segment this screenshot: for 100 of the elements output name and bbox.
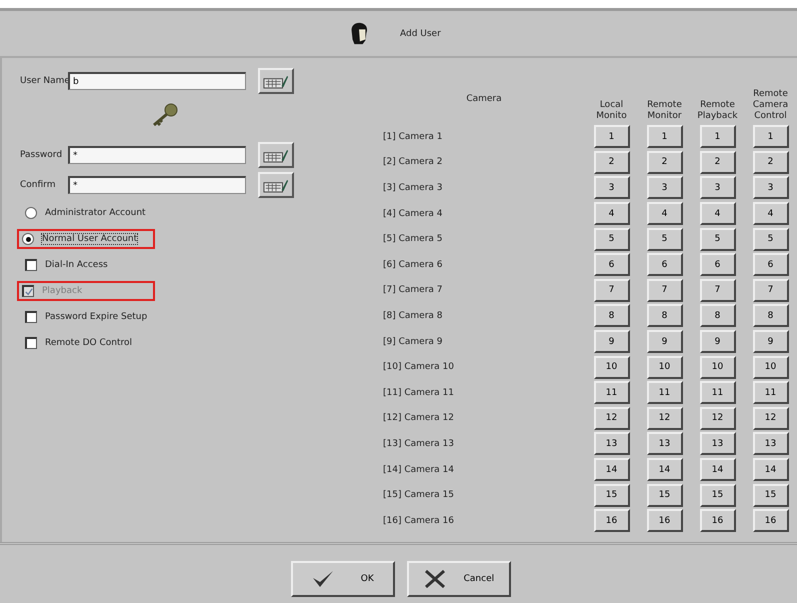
checkbox-option[interactable]: Dial-In Access (20, 255, 158, 275)
radio-button[interactable] (22, 233, 34, 245)
camera-button[interactable]: 6 (594, 253, 630, 276)
camera-label: [12] Camera 12 (383, 413, 455, 424)
camera-button[interactable]: 13 (752, 432, 788, 456)
radio-option[interactable]: Administrator Account (20, 203, 158, 223)
ok-button[interactable]: OK (290, 561, 394, 597)
camera-button[interactable]: 8 (752, 304, 788, 328)
camera-button[interactable]: 14 (646, 458, 682, 482)
camera-label: [2] Camera 2 (383, 157, 444, 168)
camera-button[interactable]: 3 (646, 176, 682, 200)
checkbox-option[interactable]: Remote DO Control (20, 333, 158, 353)
camera-label: [7] Camera 7 (383, 285, 444, 296)
camera-button[interactable]: 1 (752, 125, 788, 148)
camera-button[interactable]: 4 (700, 202, 736, 226)
camera-button[interactable]: 3 (752, 176, 788, 200)
camera-button[interactable]: 9 (700, 330, 736, 354)
camera-button[interactable]: 12 (594, 406, 630, 430)
keyboard-icon (263, 74, 289, 88)
camera-button[interactable]: 9 (646, 330, 682, 354)
camera-button[interactable]: 10 (646, 356, 682, 379)
camera-button[interactable]: 16 (700, 509, 736, 532)
camera-button[interactable]: 11 (594, 381, 630, 404)
camera-button[interactable]: 7 (594, 278, 630, 302)
keyboard-icon (263, 178, 289, 192)
camera-button[interactable]: 15 (594, 484, 630, 507)
camera-button[interactable]: 8 (700, 304, 736, 328)
camera-button[interactable]: 2 (752, 150, 788, 174)
checkbox[interactable] (25, 259, 37, 271)
camera-button[interactable]: 11 (700, 381, 736, 404)
camera-button[interactable]: 5 (752, 228, 788, 251)
camera-button[interactable]: 16 (646, 509, 682, 532)
camera-label: [11] Camera 11 (383, 388, 455, 398)
radio-button[interactable] (25, 207, 37, 219)
camera-label: [9] Camera 9 (383, 336, 444, 347)
camera-button[interactable]: 10 (594, 356, 630, 379)
camera-button[interactable]: 2 (594, 150, 630, 174)
camera-button[interactable]: 12 (646, 406, 682, 430)
camera-button[interactable]: 6 (646, 253, 682, 276)
camera-button[interactable]: 11 (752, 381, 788, 404)
camera-button[interactable]: 16 (594, 509, 630, 532)
column-header: Remote Monitor (646, 100, 683, 122)
camera-button[interactable]: 13 (700, 432, 736, 456)
camera-button[interactable]: 10 (752, 356, 788, 379)
column-header: Remote Camera Control (752, 89, 790, 122)
checkbox[interactable] (25, 311, 37, 323)
camera-button[interactable]: 8 (646, 304, 682, 328)
camera-button[interactable]: 6 (752, 253, 788, 276)
camera-button[interactable]: 12 (752, 406, 788, 430)
cancel-button[interactable]: Cancel (406, 561, 510, 597)
column-header: Local Monito (595, 100, 628, 122)
camera-button[interactable]: 2 (700, 150, 736, 174)
camera-button[interactable]: 15 (646, 484, 682, 507)
camera-button[interactable]: 7 (646, 278, 682, 302)
camera-button[interactable]: 11 (646, 381, 682, 404)
camera-label: [5] Camera 5 (383, 234, 444, 244)
camera-button[interactable]: 5 (646, 228, 682, 251)
camera-button[interactable]: 9 (594, 330, 630, 354)
checkbox[interactable] (25, 337, 37, 349)
camera-button[interactable]: 3 (700, 176, 736, 200)
camera-button[interactable]: 14 (594, 458, 630, 482)
camera-button[interactable]: 3 (594, 176, 630, 200)
checkmark-icon (311, 569, 336, 589)
camera-button[interactable]: 14 (700, 458, 736, 482)
camera-button[interactable]: 12 (700, 406, 736, 430)
field-label: Confirm (20, 180, 56, 190)
camera-button[interactable]: 6 (700, 253, 736, 276)
camera-button[interactable]: 10 (700, 356, 736, 379)
camera-label: [1] Camera 1 (383, 132, 444, 142)
camera-label: [16] Camera 16 (383, 516, 455, 526)
camera-button[interactable]: 13 (646, 432, 682, 456)
camera-button[interactable]: 16 (752, 509, 788, 532)
camera-label: [8] Camera 8 (383, 310, 444, 321)
camera-button[interactable]: 1 (594, 125, 630, 148)
keyboard-icon (263, 148, 289, 162)
keyboard-button[interactable] (258, 68, 294, 94)
camera-button[interactable]: 4 (646, 202, 682, 226)
camera-button[interactable]: 1 (700, 125, 736, 148)
camera-button[interactable]: 7 (700, 278, 736, 302)
radio-option[interactable]: Normal User Account (17, 229, 155, 249)
camera-button[interactable]: 8 (594, 304, 630, 328)
camera-button[interactable]: 15 (700, 484, 736, 507)
camera-button[interactable]: 15 (752, 484, 788, 507)
camera-button[interactable]: 4 (752, 202, 788, 226)
camera-button[interactable]: 5 (594, 228, 630, 251)
camera-button[interactable]: 4 (594, 202, 630, 226)
checkbox-option[interactable]: Password Expire Setup (20, 307, 158, 327)
keyboard-button[interactable] (258, 142, 294, 168)
input-field[interactable]: b (68, 72, 246, 90)
camera-button[interactable]: 7 (752, 278, 788, 302)
input-field[interactable]: * (68, 146, 246, 164)
camera-button[interactable]: 9 (752, 330, 788, 354)
cross-icon (422, 569, 447, 589)
camera-button[interactable]: 13 (594, 432, 630, 456)
input-field[interactable]: * (68, 176, 246, 194)
camera-button[interactable]: 2 (646, 150, 682, 174)
camera-button[interactable]: 14 (752, 458, 788, 482)
camera-button[interactable]: 5 (700, 228, 736, 251)
camera-button[interactable]: 1 (646, 125, 682, 148)
keyboard-button[interactable] (258, 172, 294, 198)
